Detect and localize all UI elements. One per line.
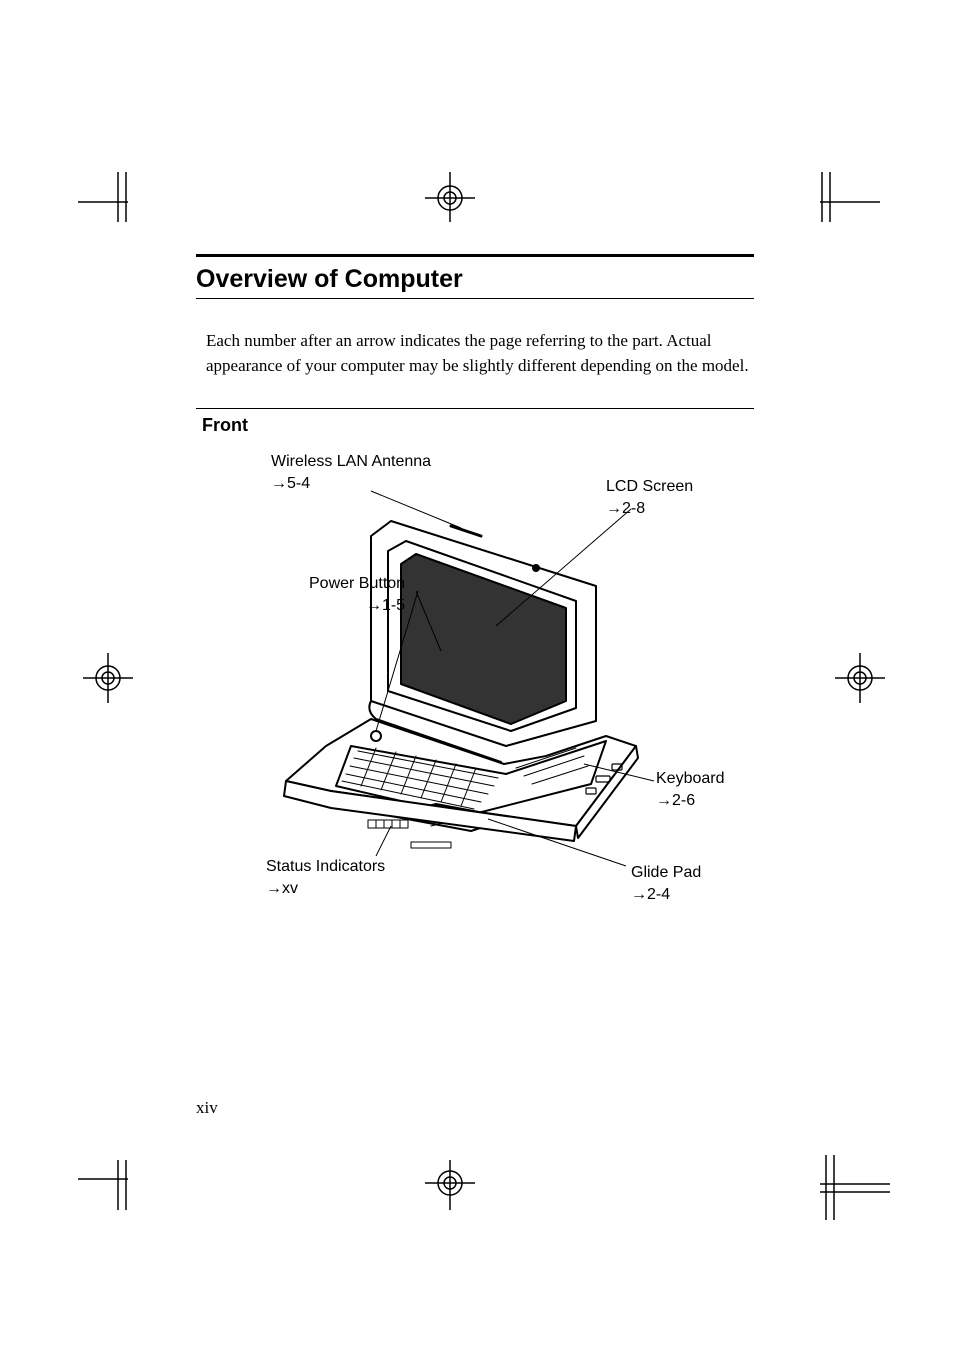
callout-wlan-ref: 5-4 [287, 475, 310, 492]
callout-status-ref: xv [282, 880, 298, 897]
page-title: Overview of Computer [196, 265, 754, 294]
callout-glide-ref: 2-4 [647, 886, 670, 903]
callout-keyboard-ref: 2-6 [672, 792, 695, 809]
intro-paragraph: Each number after an arrow indicates the… [206, 329, 754, 378]
arrow-icon: → [606, 500, 622, 517]
callout-keyboard: Keyboard →2-6 [656, 768, 725, 811]
callout-glide-label: Glide Pad [631, 864, 701, 881]
callout-power: Power Button →1-5 [309, 573, 405, 616]
callout-lcd-ref: 2-8 [622, 500, 645, 517]
callout-status-label: Status Indicators [266, 858, 385, 875]
arrow-icon: → [271, 475, 287, 492]
rule-subhead [196, 408, 754, 409]
callout-status: Status Indicators →xv [266, 856, 385, 899]
rule-under-title [196, 298, 754, 299]
front-diagram: Wireless LAN Antenna →5-4 LCD Screen →2-… [196, 436, 754, 956]
arrow-icon: → [656, 792, 672, 809]
callout-keyboard-label: Keyboard [656, 770, 725, 787]
page-body: Overview of Computer Each number after a… [196, 254, 754, 956]
callout-lcd-label: LCD Screen [606, 478, 693, 495]
rule-top [196, 254, 754, 257]
laptop-illustration [276, 486, 656, 886]
page-number: xiv [196, 1098, 218, 1118]
callout-power-ref: 1-5 [382, 597, 405, 614]
arrow-icon: → [631, 886, 647, 903]
arrow-icon: → [266, 880, 282, 897]
callout-wlan: Wireless LAN Antenna →5-4 [271, 451, 431, 494]
callout-lcd: LCD Screen →2-8 [606, 476, 693, 519]
callout-glide: Glide Pad →2-4 [631, 862, 701, 905]
section-heading: Front [202, 415, 754, 436]
callout-wlan-label: Wireless LAN Antenna [271, 453, 431, 470]
arrow-icon: → [366, 597, 382, 614]
callout-power-label: Power Button [309, 575, 405, 592]
